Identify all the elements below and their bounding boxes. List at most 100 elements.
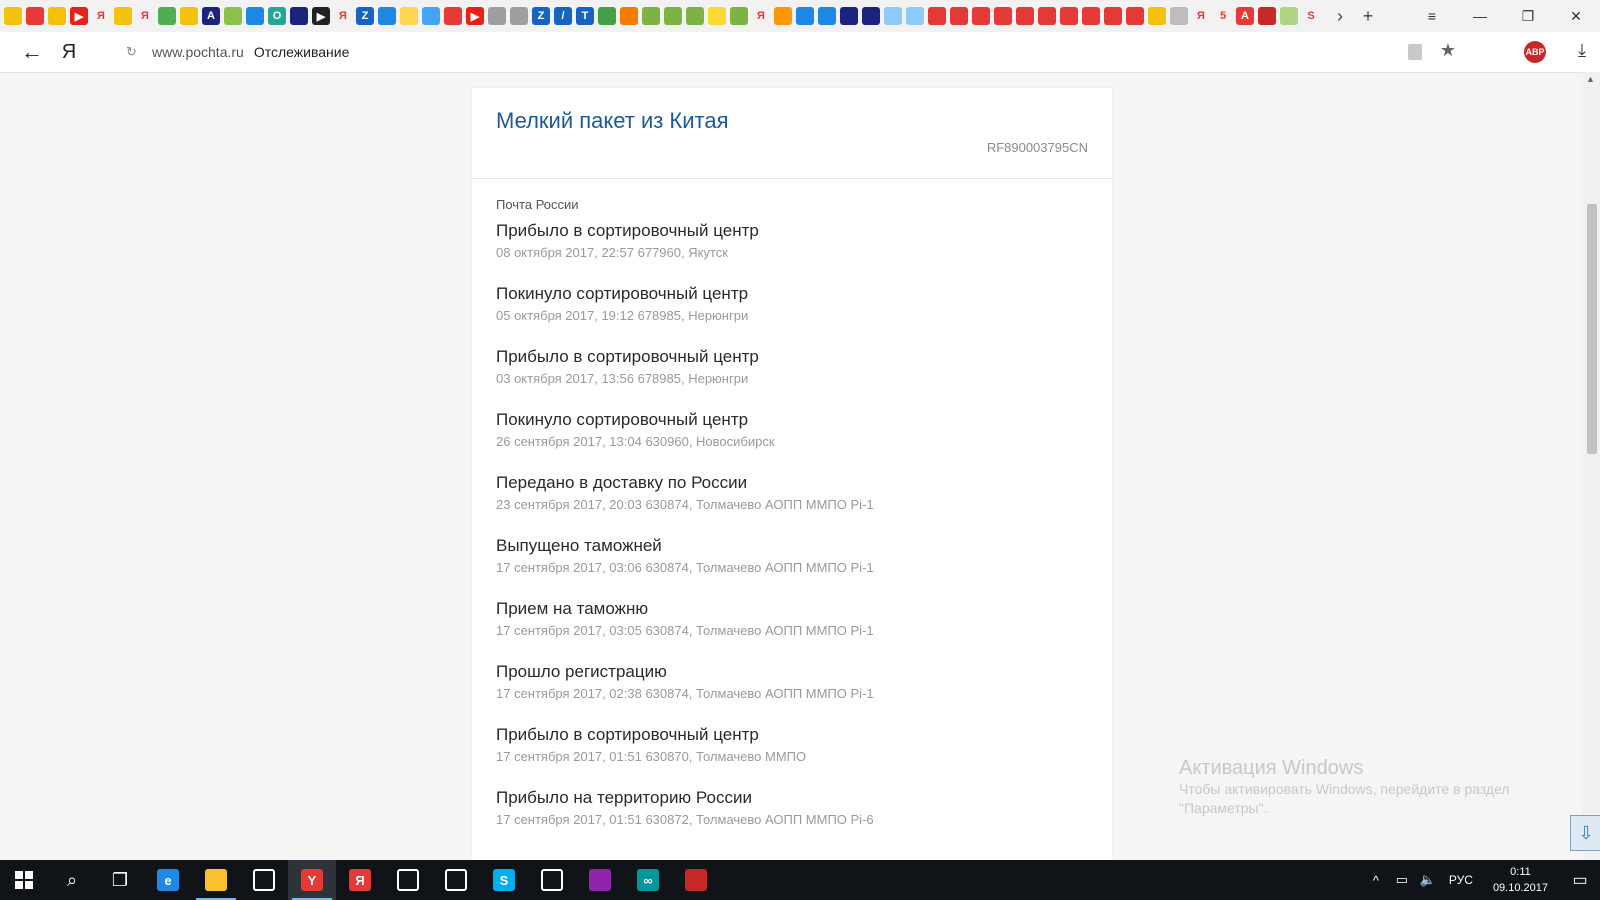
check-tab-icon[interactable] [290, 7, 308, 25]
clock[interactable]: 0:11 09.10.2017 [1493, 864, 1548, 896]
plant-tab-icon[interactable] [664, 7, 682, 25]
paint-icon [685, 869, 707, 891]
pin-tab-icon[interactable] [378, 7, 396, 25]
news-tab-icon[interactable] [444, 7, 462, 25]
mail-tab-icon[interactable] [1060, 7, 1078, 25]
lemon-tab-icon[interactable] [708, 7, 726, 25]
s-letter-tab-icon[interactable]: S [1302, 7, 1320, 25]
z-letter-tab-icon[interactable]: Z [532, 7, 550, 25]
dropbox-tab-icon[interactable] [246, 7, 264, 25]
address-bar[interactable]: ↻ www.pochta.ru Отслеживание ★ [122, 36, 1462, 68]
yandex-tab-icon[interactable]: Я [136, 7, 154, 25]
play-tab-icon[interactable]: ▶ [312, 7, 330, 25]
plant-tab-icon[interactable] [642, 7, 660, 25]
yandex-tab-icon[interactable]: Я [334, 7, 352, 25]
five-tab-icon[interactable]: 5 [1214, 7, 1232, 25]
scrollbar-thumb[interactable] [1587, 204, 1597, 454]
adblock-icon[interactable]: ABP [1524, 41, 1546, 63]
o-letter-tab-icon[interactable]: O [268, 7, 286, 25]
yandex-tab-icon[interactable]: Я [92, 7, 110, 25]
taskbar-app-store[interactable] [240, 860, 288, 900]
pencil-tab-icon[interactable] [4, 7, 22, 25]
scroll-up-arrow-icon[interactable]: ▲ [1586, 74, 1595, 84]
cart-tab-icon[interactable] [884, 7, 902, 25]
landscape-tab-icon[interactable] [114, 7, 132, 25]
a-letter-tab-icon[interactable]: A [202, 7, 220, 25]
cart-tab-icon[interactable] [906, 7, 924, 25]
yandex-home-button[interactable]: Я [54, 32, 84, 72]
eagle-tab-icon[interactable] [862, 7, 880, 25]
task-view-button[interactable]: ❐ [96, 860, 144, 900]
mail-tab-icon[interactable] [1104, 7, 1122, 25]
power-tab-icon[interactable] [1258, 7, 1276, 25]
pencil-tab-icon[interactable] [48, 7, 66, 25]
notification-icon[interactable]: ▭ [1560, 860, 1600, 900]
minimize-button[interactable]: — [1456, 0, 1504, 32]
bubble-tab-icon[interactable] [598, 7, 616, 25]
protect-icon[interactable] [1408, 44, 1422, 60]
yandex-tab-icon[interactable]: Я [1192, 7, 1210, 25]
chart-tab-icon[interactable] [1280, 7, 1298, 25]
start-button[interactable] [0, 860, 48, 900]
more-tabs-button[interactable]: › [1326, 2, 1354, 30]
sync-download-icon[interactable]: ⇩ [1570, 815, 1600, 851]
plant-tab-icon[interactable] [224, 7, 242, 25]
taskbar-app-yandex-browser[interactable]: Y [288, 860, 336, 900]
mail-tab-icon[interactable] [994, 7, 1012, 25]
youtube-tab-icon[interactable]: ▶ [466, 7, 484, 25]
taskbar-app-mail[interactable] [432, 860, 480, 900]
mail-tab-icon[interactable] [972, 7, 990, 25]
mail-tab-icon[interactable] [950, 7, 968, 25]
taskbar-app-paint[interactable] [672, 860, 720, 900]
back-button[interactable]: ← [10, 32, 54, 72]
taskbar-app-movie-maker[interactable] [384, 860, 432, 900]
flag-tab-icon[interactable] [620, 7, 638, 25]
bookmark-star-icon[interactable]: ★ [1440, 40, 1456, 61]
grid-tab-icon[interactable] [488, 7, 506, 25]
grid-tab-icon[interactable] [510, 7, 528, 25]
folder-tab-icon[interactable] [400, 7, 418, 25]
plant-tab-icon[interactable] [686, 7, 704, 25]
cube-tab-icon[interactable] [818, 7, 836, 25]
mail-tab-icon[interactable] [928, 7, 946, 25]
mail-tab-icon[interactable] [1038, 7, 1056, 25]
plant-tab-icon[interactable] [730, 7, 748, 25]
close-button[interactable]: ✕ [1552, 0, 1600, 32]
taskbar-app-arduino[interactable]: ∞ [624, 860, 672, 900]
page-scrollbar[interactable]: ▲ [1583, 72, 1600, 860]
volume-icon[interactable]: 🔈 [1415, 872, 1441, 888]
box-tab-icon[interactable] [774, 7, 792, 25]
a-letter-tab-icon[interactable]: A [1236, 7, 1254, 25]
pencil-tab-icon[interactable] [1148, 7, 1166, 25]
windows-tab-icon[interactable] [158, 7, 176, 25]
mail-tab-icon[interactable] [26, 7, 44, 25]
slash-tab-icon[interactable]: / [554, 7, 572, 25]
mail-tab-icon[interactable] [1082, 7, 1100, 25]
youtube-tab-icon[interactable]: ▶ [70, 7, 88, 25]
eagle-tab-icon[interactable] [840, 7, 858, 25]
network-icon[interactable]: ▭ [1389, 872, 1415, 888]
mail-tab-icon[interactable] [1126, 7, 1144, 25]
taskbar-app-edge[interactable]: e [144, 860, 192, 900]
taskbar-app-skype[interactable]: S [480, 860, 528, 900]
doc-tab-icon[interactable] [422, 7, 440, 25]
taskbar-app-winrar[interactable] [576, 860, 624, 900]
z-letter-tab-icon[interactable]: Z [356, 7, 374, 25]
taskbar-app-yandex[interactable]: Я [336, 860, 384, 900]
restore-button[interactable]: ❐ [1504, 0, 1552, 32]
doc-tab-icon[interactable] [1170, 7, 1188, 25]
download-icon[interactable]: ⤓ [1578, 40, 1586, 61]
landscape-tab-icon[interactable] [180, 7, 198, 25]
taskbar-app-file-explorer[interactable] [192, 860, 240, 900]
chevron-up-icon[interactable]: ^ [1363, 873, 1389, 888]
reload-icon[interactable]: ↻ [126, 44, 144, 60]
mail-tab-icon[interactable] [1016, 7, 1034, 25]
new-tab-button[interactable]: + [1354, 2, 1382, 30]
menu-icon[interactable]: ≡ [1408, 0, 1456, 32]
taskbar-app-settings[interactable] [528, 860, 576, 900]
tek-tab-icon[interactable]: Т [576, 7, 594, 25]
cube-tab-icon[interactable] [796, 7, 814, 25]
language-indicator[interactable]: РУС [1449, 873, 1473, 887]
search-button[interactable]: ⌕ [48, 860, 96, 900]
yandex-tab-icon[interactable]: Я [752, 7, 770, 25]
